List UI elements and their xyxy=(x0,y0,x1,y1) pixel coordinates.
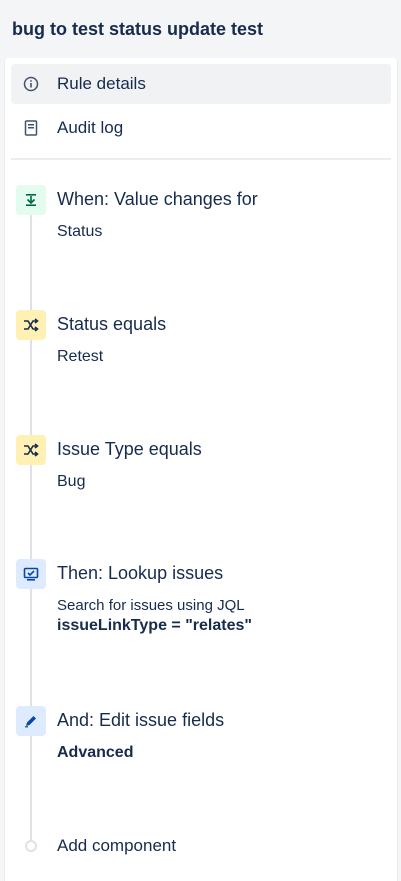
component-condition-status[interactable]: Status equals Retest xyxy=(5,310,397,380)
add-component-button[interactable]: Add component xyxy=(5,833,397,863)
component-jql: issueLinkType = "relates" xyxy=(57,617,252,634)
component-detail: Retest xyxy=(57,348,104,365)
component-title: When: Value changes for xyxy=(57,189,258,209)
component-trigger[interactable]: When: Value changes for Status xyxy=(5,185,397,255)
component-title: Issue Type equals xyxy=(57,439,202,459)
rule-panel: Rule details Audit log When: Value chang… xyxy=(4,58,398,881)
rule-title: bug to test status update test xyxy=(12,19,264,39)
component-detail: Status xyxy=(57,223,103,240)
component-title: Status equals xyxy=(57,314,167,334)
nav-rule-details[interactable]: Rule details xyxy=(11,64,391,104)
component-title: Then: Lookup issues xyxy=(57,563,224,583)
component-detail: Search for issues using JQL xyxy=(57,597,245,614)
monitor-icon xyxy=(16,559,46,589)
add-component-label: Add component xyxy=(57,836,177,855)
add-circle-icon xyxy=(25,840,37,852)
shuffle-icon xyxy=(16,435,46,465)
component-detail: Bug xyxy=(57,473,86,490)
component-detail: Advanced xyxy=(57,744,134,761)
nav-audit-log[interactable]: Audit log xyxy=(11,108,391,148)
component-title: And: Edit issue fields xyxy=(57,710,225,730)
info-icon xyxy=(22,75,40,93)
divider xyxy=(11,158,391,160)
trigger-icon xyxy=(16,185,46,215)
nav-label: Rule details xyxy=(57,74,146,93)
component-lookup-issues[interactable]: Then: Lookup issues Search for issues us… xyxy=(5,559,397,649)
shuffle-icon xyxy=(16,310,46,340)
component-edit-issue[interactable]: And: Edit issue fields Advanced xyxy=(5,706,397,776)
component-condition-issue-type[interactable]: Issue Type equals Bug xyxy=(5,435,397,505)
document-icon xyxy=(22,119,40,137)
pencil-icon xyxy=(16,706,46,736)
nav-label: Audit log xyxy=(57,118,124,137)
